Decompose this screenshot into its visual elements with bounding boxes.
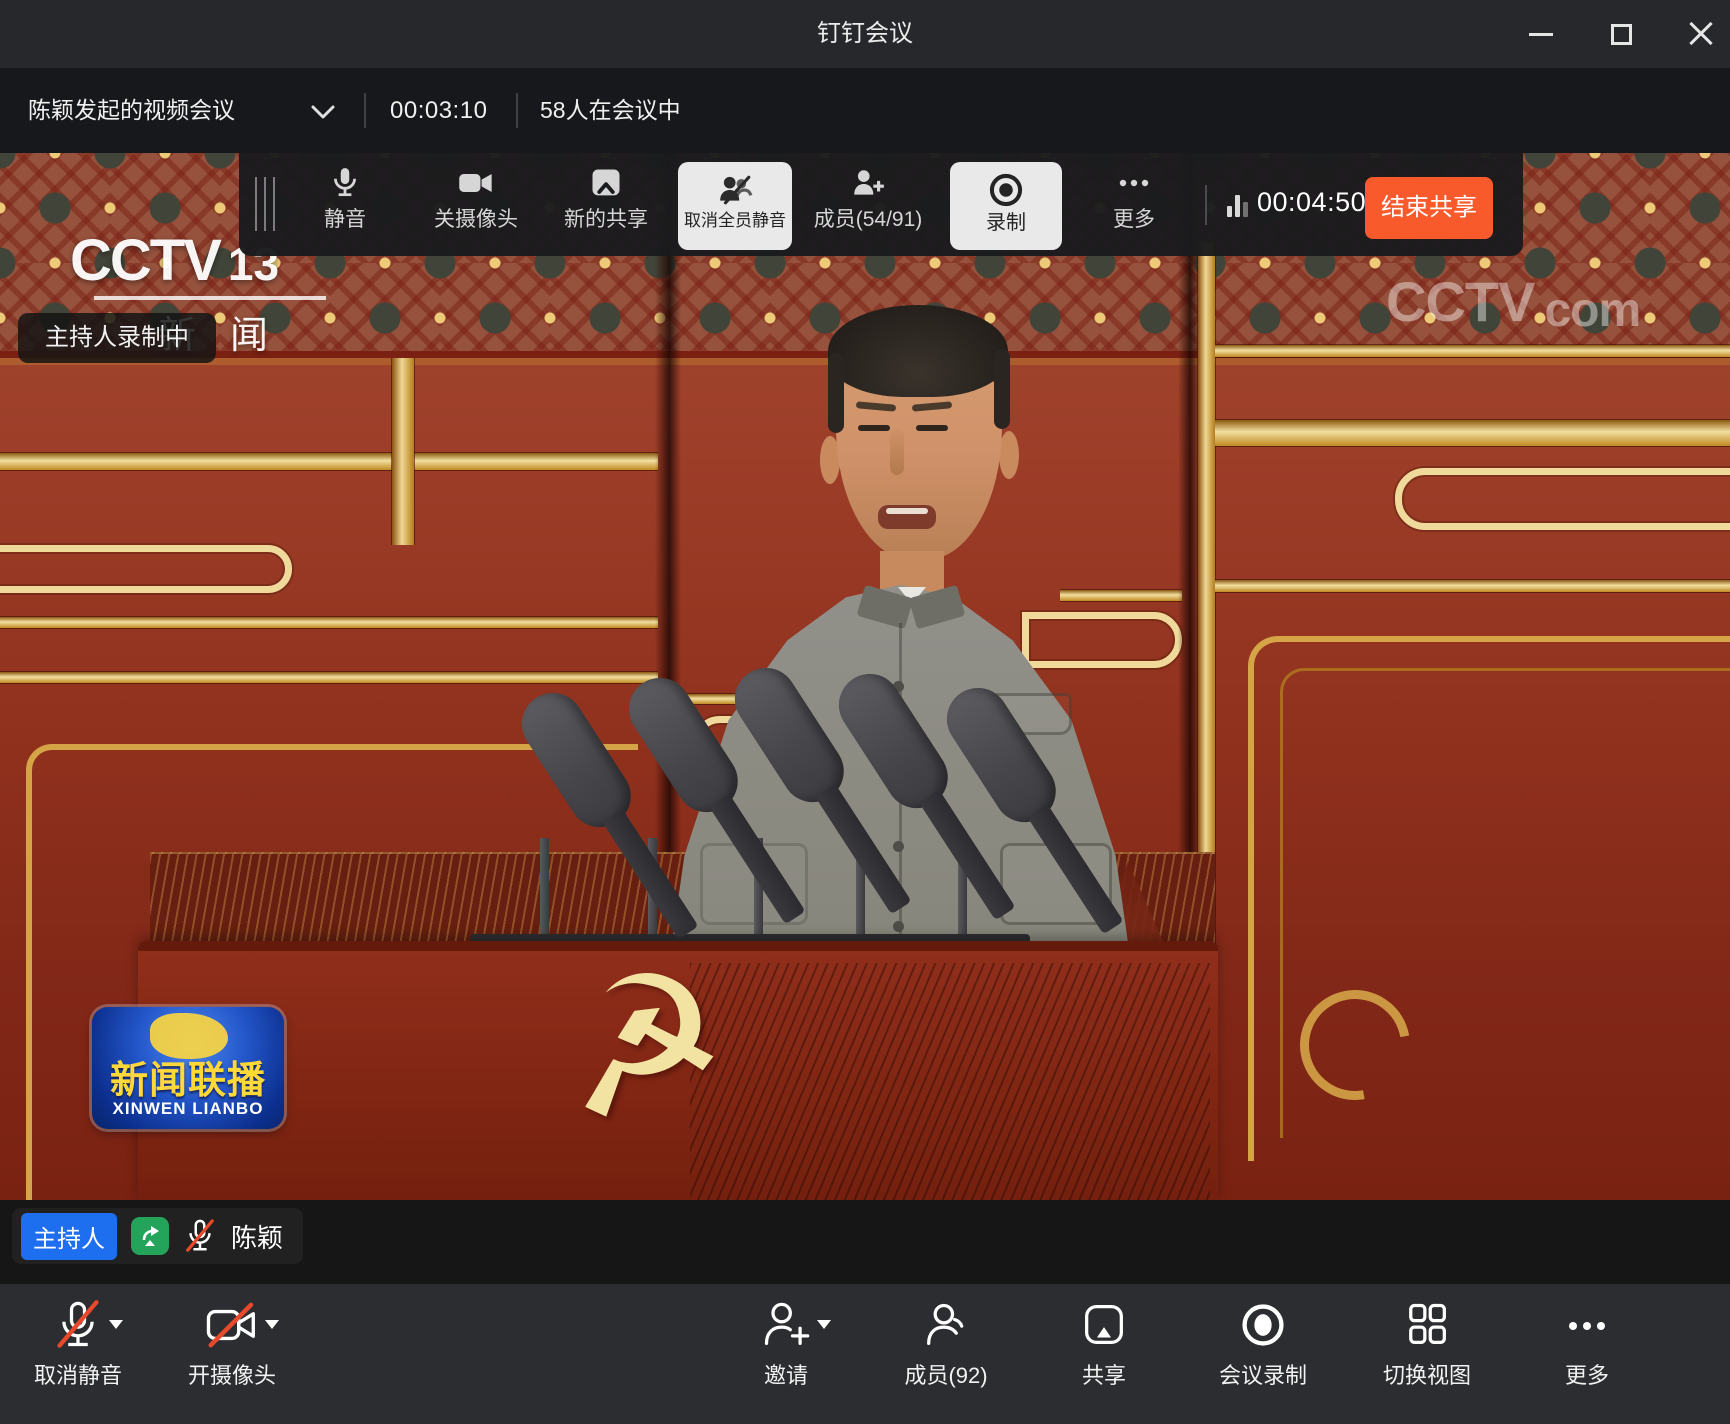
unmute-all-icon: [678, 162, 792, 206]
watermark-com: com: [1544, 283, 1640, 338]
speaker-hair: [828, 353, 844, 433]
share-screen-icon: [541, 153, 671, 201]
host-badge: 主持人: [21, 1213, 117, 1260]
person-plus-icon: [701, 1298, 871, 1352]
xinwen-lianbo-cn: 新闻联播: [92, 1049, 284, 1104]
chevron-down-icon[interactable]: [109, 1320, 123, 1329]
maximize-button[interactable]: [1593, 0, 1649, 68]
cctv-com-watermark: CCTV com: [1386, 269, 1640, 338]
record-icon: [950, 162, 1062, 206]
share-toolbar: 静音 关摄像头 新的共享 取消全员静音: [239, 153, 1523, 256]
chevron-down-icon[interactable]: [310, 104, 336, 120]
camera-on-button[interactable]: 开摄像头: [147, 1284, 317, 1390]
cctv13-logo-text: CCTV: [70, 228, 220, 293]
maximize-icon: [1611, 24, 1632, 45]
more-dots-icon: [1069, 153, 1199, 201]
microphone-icon: [280, 153, 410, 201]
window-title: 钉钉会议: [0, 0, 1730, 68]
person-icon: [861, 1298, 1031, 1352]
share-screen-icon: [1019, 1298, 1189, 1352]
close-button[interactable]: [1673, 0, 1729, 68]
meeting-header: 陈颖发起的视频会议 00:03:10 58人在会议中: [0, 68, 1730, 153]
watermark-cctv: CCTV: [1386, 269, 1534, 334]
chevron-down-icon[interactable]: [817, 1320, 831, 1329]
speaker-figure: [999, 431, 1019, 479]
microphone-stand: [540, 838, 549, 946]
person-plus-icon: [803, 153, 933, 201]
door-decor: [1395, 468, 1730, 530]
speaker-hair: [828, 305, 1008, 397]
more-button[interactable]: 更多: [1069, 153, 1199, 233]
cctv13-logo-underline: [94, 296, 326, 300]
door-decor: [1215, 580, 1730, 592]
title-bar: 钉钉会议: [0, 0, 1730, 68]
control-bar: 取消静音 开摄像头 邀请: [0, 1283, 1730, 1424]
muted-mic-icon: [183, 1218, 217, 1254]
participant-count: 58人在会议中: [540, 68, 681, 153]
door-decor: [1060, 590, 1182, 601]
speaker-suit: [893, 921, 904, 932]
door-decor: [0, 453, 658, 470]
network-signal-icon: [1227, 193, 1253, 217]
speaker-name: 陈颖: [231, 1218, 283, 1255]
camera-icon: [411, 153, 541, 201]
shared-screen-video[interactable]: ☭ CCTV13 新闻 CCTV com 主持人录制中 新闻联播 XINWEN …: [0, 153, 1730, 1200]
drag-handle[interactable]: [255, 177, 275, 231]
unmute-button[interactable]: 取消静音: [0, 1284, 163, 1390]
members-button[interactable]: 成员(92): [861, 1284, 1031, 1390]
podium-texture: [690, 963, 1210, 1200]
members-button[interactable]: 成员(54/91): [803, 153, 933, 233]
minimize-button[interactable]: [1513, 0, 1569, 68]
door-decor: [1215, 420, 1730, 446]
party-emblem-icon: ☭: [545, 940, 740, 1151]
divider: [1205, 185, 1207, 225]
more-button[interactable]: 更多: [1502, 1284, 1672, 1390]
switch-view-button[interactable]: 切换视图: [1342, 1284, 1512, 1390]
speaker-face: [890, 429, 904, 475]
chevron-down-icon[interactable]: [265, 1320, 279, 1329]
more-dots-icon: [1559, 1299, 1615, 1353]
speaker-hair: [994, 349, 1010, 429]
divider: [364, 93, 366, 128]
unmute-all-button[interactable]: 取消全员静音: [678, 162, 792, 250]
muted-mic-icon: [0, 1298, 163, 1352]
dingtalk-meeting-window: 钉钉会议 陈颖发起的视频会议 00:03:10 58人在会议中: [0, 0, 1730, 1424]
speaker-tag: 主持人 陈颖: [12, 1208, 303, 1264]
invite-button[interactable]: 邀请: [701, 1284, 871, 1390]
door-decor: [392, 358, 414, 545]
record-icon: [1178, 1298, 1348, 1352]
podium: ☭: [138, 941, 1218, 1200]
divider: [516, 93, 518, 128]
mute-button[interactable]: 静音: [280, 153, 410, 233]
door-decor: [1022, 612, 1182, 668]
camera-off-icon: [147, 1298, 317, 1352]
xinwen-lianbo-logo: 新闻联播 XINWEN LIANBO: [92, 1007, 284, 1129]
meeting-stage: ☭ CCTV13 新闻 CCTV com 主持人录制中 新闻联播 XINWEN …: [0, 153, 1730, 1283]
speaker-face: [916, 425, 948, 431]
meeting-title[interactable]: 陈颖发起的视频会议: [28, 68, 235, 153]
new-share-button[interactable]: 新的共享: [541, 153, 671, 233]
grid-view-icon: [1342, 1298, 1512, 1352]
door-decor: [0, 545, 292, 593]
end-share-button[interactable]: 结束共享: [1365, 177, 1493, 239]
speaker-face: [858, 425, 890, 431]
door-decor: [0, 617, 658, 628]
sharing-indicator-icon: [131, 1217, 169, 1255]
record-button[interactable]: 录制: [950, 162, 1062, 250]
speaker-face: [878, 505, 936, 529]
minimize-icon: [1529, 33, 1553, 36]
door-decor: [1215, 345, 1730, 357]
meeting-elapsed-time: 00:03:10: [390, 68, 487, 153]
share-button[interactable]: 共享: [1019, 1284, 1189, 1390]
meeting-record-button[interactable]: 会议录制: [1178, 1284, 1348, 1390]
xinwen-lianbo-en: XINWEN LIANBO: [92, 1099, 284, 1119]
host-recording-badge: 主持人录制中: [18, 313, 216, 363]
close-icon: [1688, 21, 1714, 47]
camera-off-button[interactable]: 关摄像头: [411, 153, 541, 233]
share-elapsed-time: 00:04:50: [1257, 187, 1377, 218]
